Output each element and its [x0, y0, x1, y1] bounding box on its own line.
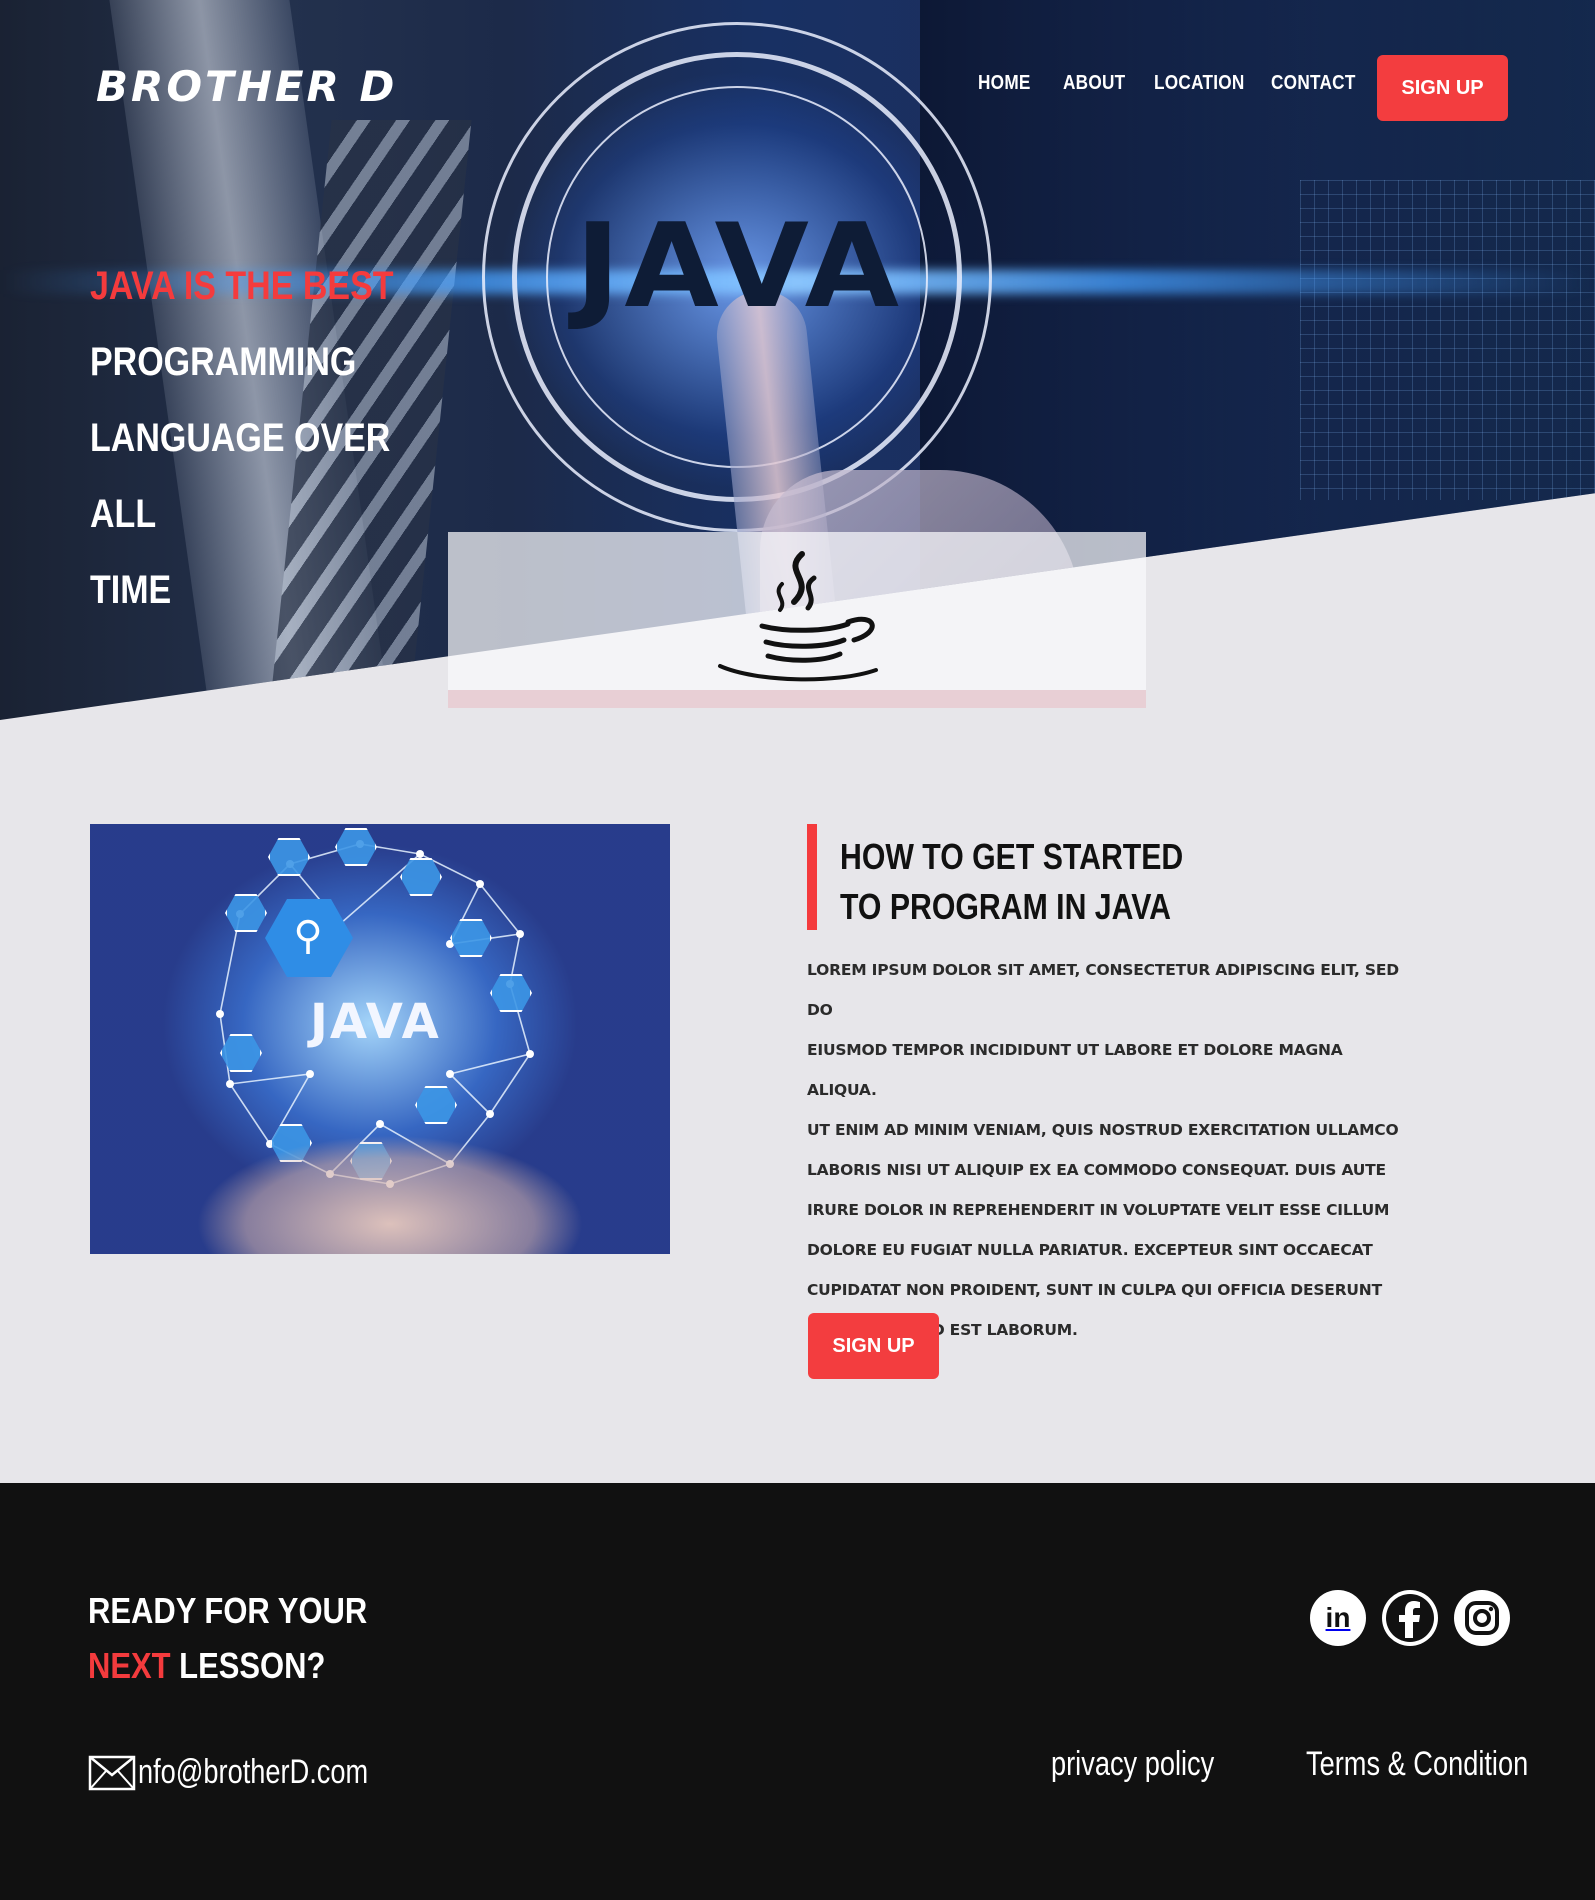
hero-headline-line: PROGRAMMING [90, 340, 357, 384]
body-line: LOREM IPSUM DOLOR SIT AMET, CONSECTETUR … [807, 961, 1399, 1019]
hero-headline-line: LANGUAGE OVER ALL [90, 416, 391, 536]
email-text: nfo@brotherD.com [138, 1753, 369, 1791]
section-body: LOREM IPSUM DOLOR SIT AMET, CONSECTETUR … [807, 950, 1417, 1350]
section-signup-button[interactable]: SIGN UP [808, 1313, 939, 1379]
linkedin-icon-text: in [1325, 1602, 1351, 1633]
privacy-policy-link[interactable]: privacy policy [1051, 1745, 1214, 1784]
nav-about-link[interactable]: ABOUT [1063, 72, 1125, 95]
section-title: HOW TO GET STARTED TO PROGRAM IN JAVA [807, 824, 1249, 930]
hero-headline: JAVA IS THE BEST PROGRAMMING LANGUAGE OV… [90, 248, 447, 628]
footer-email[interactable]: nfo@brotherD.com [88, 1753, 426, 1792]
section-title-line: HOW TO GET STARTED [840, 836, 1184, 877]
section-title-line: TO PROGRAM IN JAVA [840, 886, 1171, 927]
hero-headline-line: TIME [90, 568, 172, 612]
terms-link[interactable]: Terms & Condition [1306, 1745, 1528, 1784]
instagram-icon[interactable] [1454, 1590, 1510, 1646]
header-signup-button[interactable]: SIGN UP [1377, 55, 1508, 121]
social-links: in [1310, 1590, 1510, 1646]
brand-logo[interactable]: BROTHER D [96, 62, 397, 111]
cta-highlight: NEXT [88, 1645, 171, 1686]
footer-cta: READY FOR YOUR NEXT LESSON? [88, 1583, 367, 1693]
nav-location-link[interactable]: LOCATION [1154, 72, 1244, 95]
java-cup-icon [718, 551, 878, 682]
java-logo-card [448, 532, 1146, 708]
facebook-icon[interactable] [1382, 1590, 1438, 1646]
main-nav: HOME ABOUT LOCATION CONTACT [978, 72, 1355, 95]
hero-headline-highlight: JAVA IS THE BEST [90, 264, 394, 308]
cta-rest: LESSON? [170, 1645, 326, 1686]
linkedin-icon[interactable]: in [1310, 1590, 1366, 1646]
search-icon: ⚲ [293, 914, 323, 958]
body-line: IRURE DOLOR IN REPREHENDERIT IN VOLUPTAT… [807, 1201, 1390, 1219]
mail-icon [88, 1755, 136, 1790]
footer: READY FOR YOUR NEXT LESSON? in nfo@broth… [0, 1483, 1595, 1900]
nav-contact-link[interactable]: CONTACT [1271, 72, 1355, 95]
body-line: DOLORE EU FUGIAT NULLA PARIATUR. EXCEPTE… [807, 1241, 1373, 1259]
java-network-image: ⚲ JAVA [90, 824, 670, 1254]
hero-image-java-text: JAVA [575, 198, 904, 334]
nav-home-link[interactable]: HOME [978, 72, 1030, 95]
body-line: LABORIS NISI UT ALIQUIP EX EA COMMODO CO… [807, 1161, 1386, 1179]
body-line: UT ENIM AD MINIM VENIAM, QUIS NOSTRUD EX… [807, 1121, 1399, 1139]
body-line: EIUSMOD TEMPOR INCIDIDUNT UT LABORE ET D… [807, 1041, 1343, 1099]
body-line: CUPIDATAT NON PROIDENT, SUNT IN CULPA QU… [807, 1281, 1382, 1299]
cta-line: READY FOR YOUR [88, 1590, 368, 1631]
image-java-text: JAVA [310, 994, 441, 1050]
